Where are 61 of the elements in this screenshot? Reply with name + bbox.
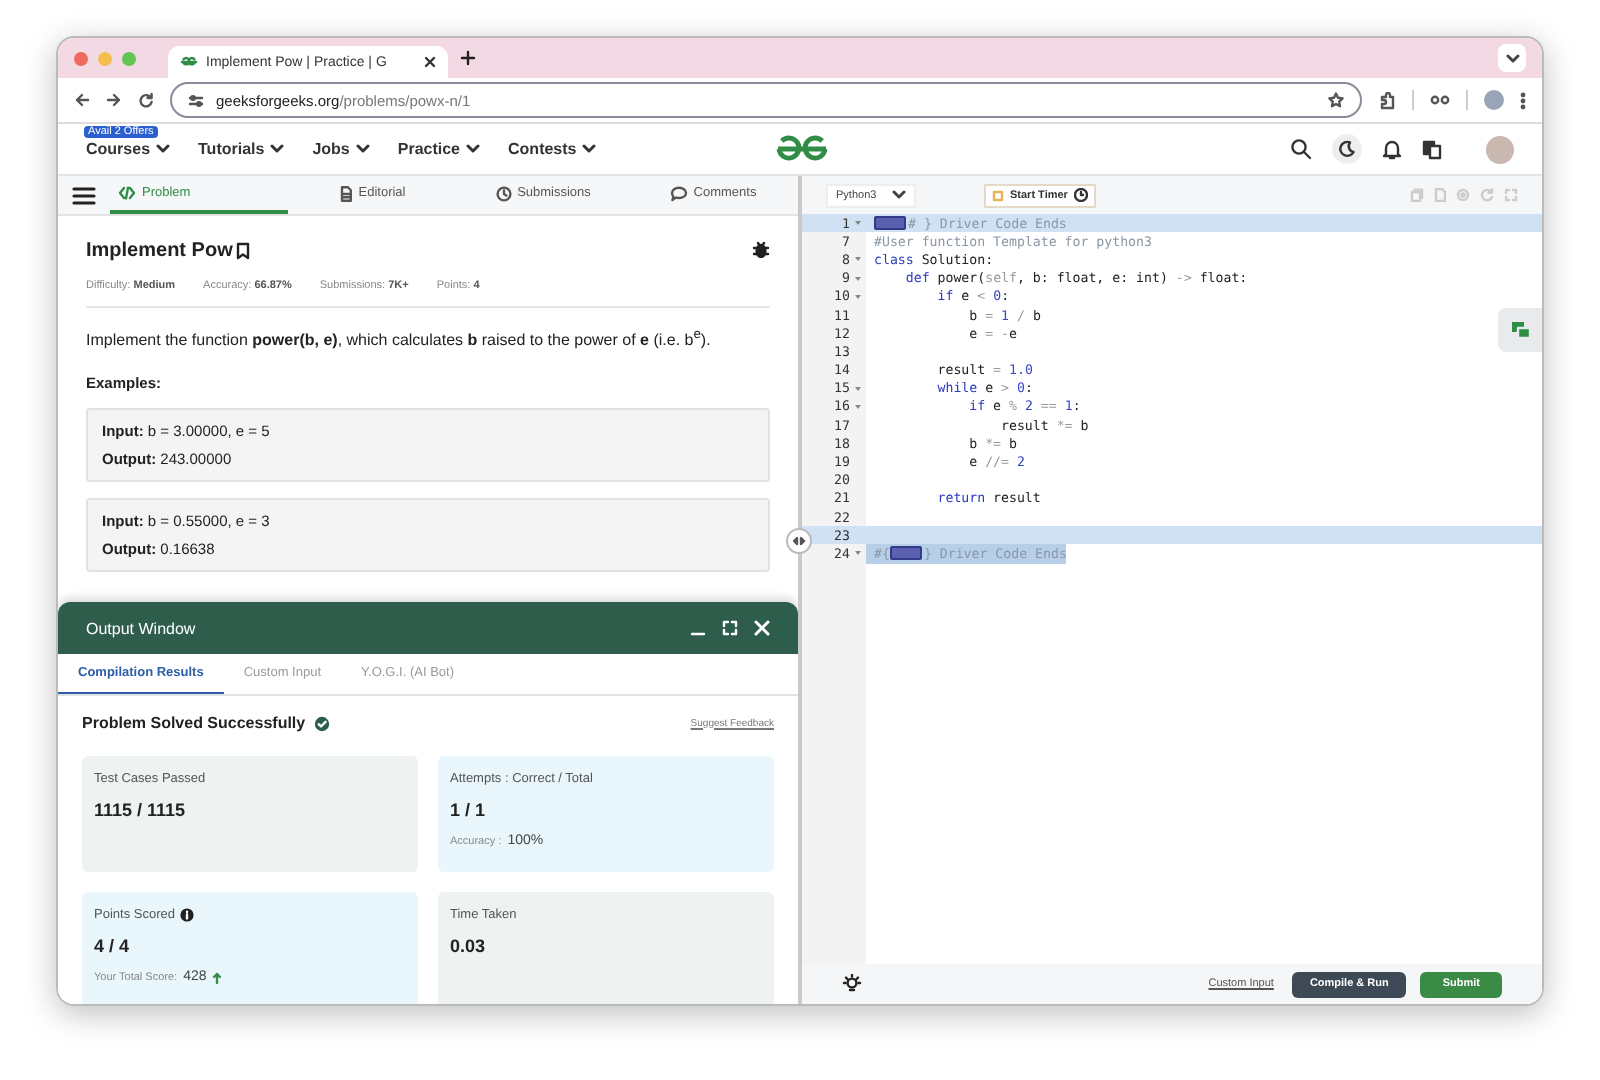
speech-bubble-icon xyxy=(669,185,688,201)
new-tab-icon[interactable] xyxy=(460,50,476,66)
bug-icon[interactable] xyxy=(752,240,770,258)
back-icon[interactable] xyxy=(74,92,90,108)
info-icon xyxy=(180,908,195,922)
fold-arrow-icon[interactable] xyxy=(854,385,862,392)
menu-icon[interactable] xyxy=(72,185,96,205)
check-circle-icon xyxy=(313,715,330,731)
arrows-icon xyxy=(792,536,806,546)
lightbulb-icon[interactable] xyxy=(842,974,862,994)
clock-icon xyxy=(1073,188,1088,202)
output-window-title: Output Window xyxy=(86,619,196,637)
expand-icon[interactable] xyxy=(722,620,738,636)
timer-icon xyxy=(992,189,1004,201)
caret-icon xyxy=(466,144,481,154)
fold-arrow-icon[interactable] xyxy=(854,220,862,227)
caret-icon xyxy=(1505,53,1519,63)
code-icon xyxy=(118,186,136,200)
nav-menu[interactable]: Contests xyxy=(508,140,597,158)
card-value: 4 / 4 xyxy=(94,936,132,956)
forward-icon[interactable] xyxy=(106,92,122,108)
caret-icon xyxy=(892,190,906,200)
close-icon[interactable] xyxy=(424,56,436,68)
nav-menu[interactable]: Tutorials xyxy=(198,140,285,158)
caret-icon xyxy=(582,144,597,154)
card-value: 0.03 xyxy=(450,936,488,956)
fold-arrow-icon[interactable] xyxy=(854,256,862,263)
fold-arrow-icon[interactable] xyxy=(854,293,862,300)
site-logo-icon xyxy=(180,56,198,68)
status-message: Problem Solved Successfully xyxy=(82,714,306,732)
caret-icon xyxy=(270,144,285,154)
problem-description: Implement the function power(b, e), which calculates b raised to the power of e (i.e. b$^{e}$). xyxy=(86,328,713,353)
chat-button[interactable] xyxy=(1498,308,1542,352)
search-icon[interactable] xyxy=(1290,138,1312,160)
folded-code-marker[interactable] xyxy=(889,546,922,561)
more-menu-icon[interactable] xyxy=(1520,91,1526,109)
card-value: 1 / 1 xyxy=(450,800,488,820)
folded-code-marker[interactable] xyxy=(874,216,906,231)
tab-list-button[interactable] xyxy=(1498,44,1526,72)
arrow-up-icon xyxy=(212,971,223,983)
caret-icon xyxy=(156,144,171,154)
nav-menu[interactable]: Jobs xyxy=(312,140,370,158)
caret-icon xyxy=(355,144,370,154)
card-value: 1115 / 1115 xyxy=(94,800,188,820)
document-icon xyxy=(340,185,353,201)
clock-icon xyxy=(495,185,512,201)
site-logo[interactable] xyxy=(772,134,832,164)
extensions-icon[interactable] xyxy=(1378,91,1396,109)
dark-mode-toggle[interactable] xyxy=(1332,134,1362,164)
fold-arrow-icon[interactable] xyxy=(854,275,862,282)
moon-icon xyxy=(1338,140,1356,158)
fold-arrow-icon[interactable] xyxy=(854,550,862,557)
nav-menu[interactable]: Practice xyxy=(397,140,481,158)
bell-icon[interactable] xyxy=(1382,138,1402,160)
problem-title: Implement Pow xyxy=(86,239,233,261)
star-icon[interactable] xyxy=(1328,92,1344,108)
reload-icon[interactable] xyxy=(138,92,154,108)
bookmark-icon[interactable] xyxy=(236,241,251,259)
fold-arrow-icon[interactable] xyxy=(854,403,862,410)
nav-menu[interactable]: Courses xyxy=(86,140,171,158)
site-settings-icon[interactable] xyxy=(188,93,204,107)
